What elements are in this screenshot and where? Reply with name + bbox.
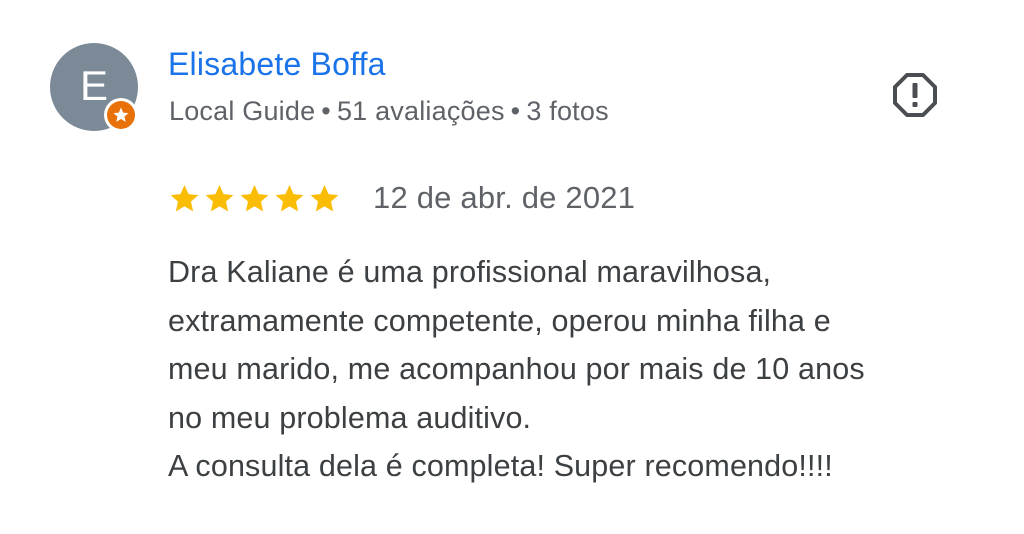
meta-separator: •: [321, 96, 331, 126]
avatar-initial: E: [79, 62, 108, 109]
review-text-line: no meu problema auditivo.: [168, 400, 532, 435]
local-guide-badge: [104, 98, 138, 132]
star-icon: [275, 184, 304, 211]
review-text: Dra Kaliane é uma profissional maravilho…: [168, 248, 998, 491]
local-guide-label: Local Guide: [169, 96, 316, 126]
review-text-line: A consulta dela é completa! Super recome…: [168, 449, 833, 483]
star-icon: [170, 184, 199, 211]
review-text-line: meu marido, me acompanhou por mais de 10…: [168, 352, 865, 386]
review-date: 12 de abr. de 2021: [373, 180, 636, 215]
reviewer-name[interactable]: Elisabete Boffa: [168, 46, 386, 83]
report-review-button[interactable]: [890, 70, 940, 120]
rating-row: 12 de abr. de 2021: [168, 178, 635, 218]
meta-separator: •: [510, 96, 521, 126]
star-icon: [310, 184, 339, 211]
review-text-line: Dra Kaliane é uma profissional maravilho…: [168, 255, 772, 289]
photos-count: 3 fotos: [526, 96, 609, 126]
star-icon: [240, 184, 269, 211]
reviews-count: 51 avaliações: [336, 96, 505, 126]
review-text-line: extramamente competente, operou minha fi…: [168, 303, 831, 338]
report-octagon-icon: [893, 73, 937, 117]
reviewer-meta: Local Guide • 51 avaliações • 3 fotos: [169, 96, 609, 127]
star-icon: [113, 107, 129, 122]
star-icon: [205, 184, 234, 211]
star-rating: [168, 182, 341, 215]
